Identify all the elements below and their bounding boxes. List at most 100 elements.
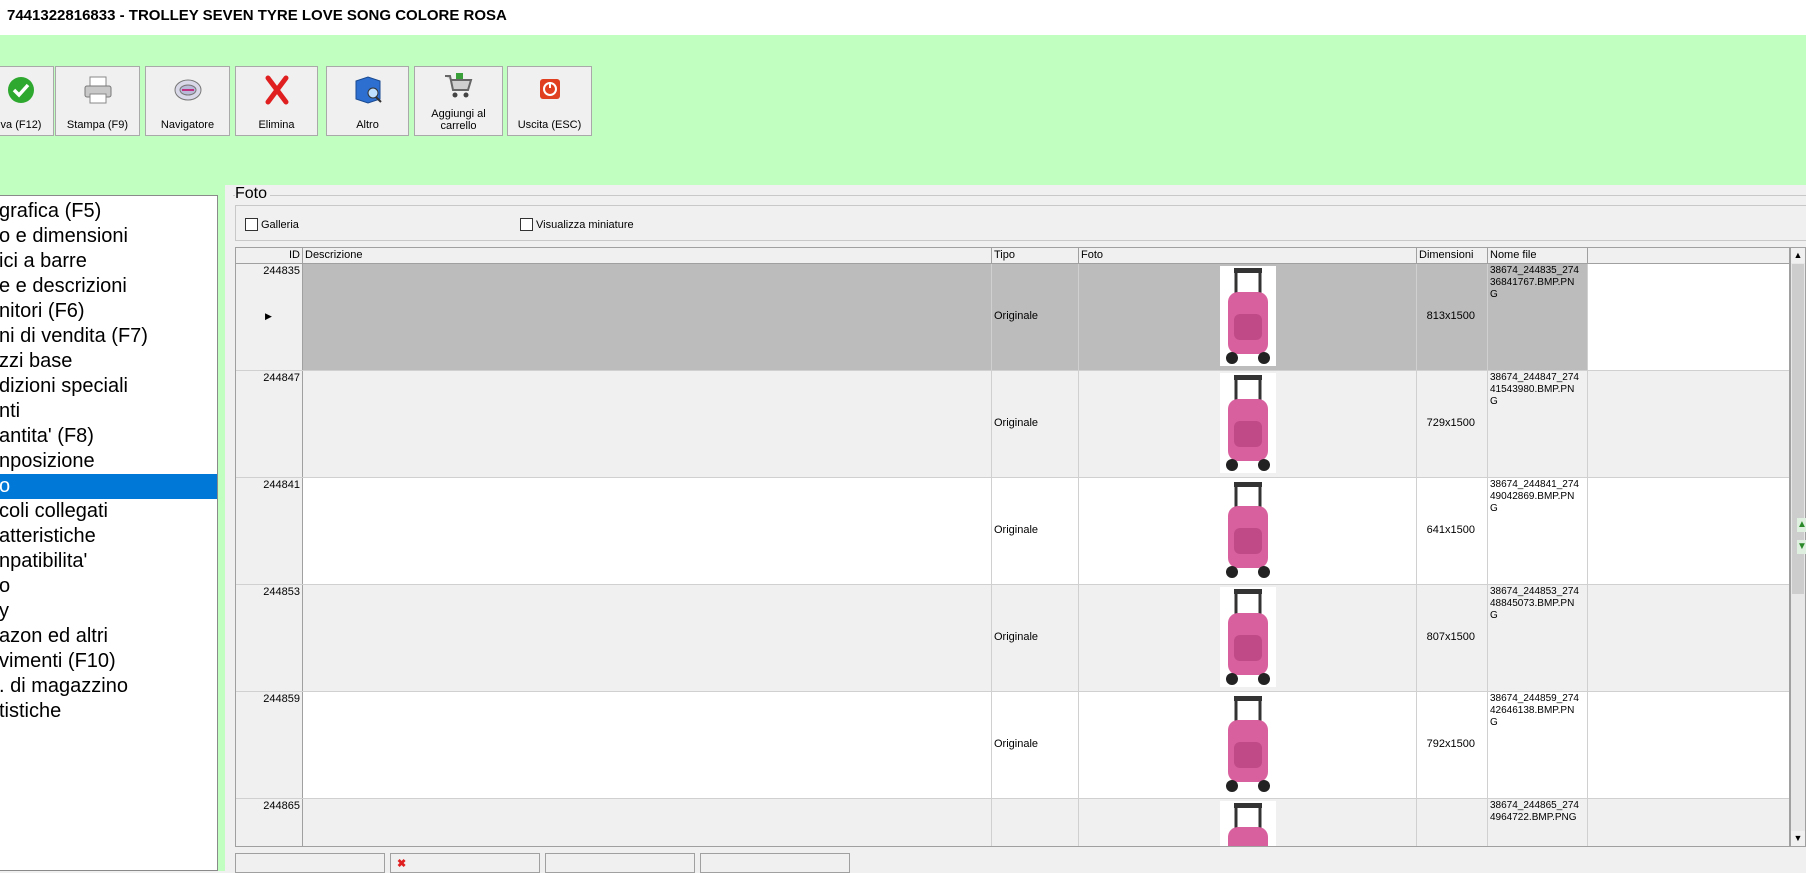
descrizione-cell[interactable] <box>303 692 992 798</box>
power-icon <box>539 79 560 99</box>
nav-item-16[interactable]: o <box>0 574 217 599</box>
dimensioni-cell[interactable]: 813x1500 <box>1417 264 1488 370</box>
grid-header: ID Descrizione Tipo Foto Dimensioni Nome… <box>236 248 1789 264</box>
bottom-button-4[interactable] <box>700 853 850 873</box>
foto-cell[interactable] <box>1079 799 1417 846</box>
descrizione-cell[interactable] <box>303 371 992 477</box>
table-row[interactable]: 244859 Originale 792x1500 38674_244859_2744… <box>236 692 1789 799</box>
nav-item-anagrafica[interactable]: grafica (F5) <box>0 199 217 224</box>
descrizione-cell[interactable] <box>303 264 992 370</box>
nav-item-lingue-descrizioni[interactable]: e e descrizioni <box>0 274 217 299</box>
foto-cell[interactable] <box>1079 478 1417 584</box>
foto-grid: ID Descrizione Tipo Foto Dimensioni Nome… <box>235 247 1790 847</box>
descrizione-cell[interactable] <box>303 478 992 584</box>
nav-item-sconti[interactable]: nti <box>0 399 217 424</box>
tipo-value: Originale <box>994 524 1039 536</box>
nav-item-mov-magazzino[interactable]: . di magazzino <box>0 674 217 699</box>
delete-x-icon: ✖ <box>397 858 407 870</box>
tipo-cell[interactable] <box>992 799 1079 846</box>
tipo-cell[interactable]: Originale <box>992 371 1079 477</box>
nome-file-cell[interactable]: 38674_244841_27449042869.BMP.PNG <box>1488 478 1588 584</box>
nav-item-foto[interactable]: o <box>0 474 217 499</box>
nav-item-articoli-collegati[interactable]: coli collegati <box>0 499 217 524</box>
nav-item-composizione[interactable]: nposizione <box>0 449 217 474</box>
nome-file-cell[interactable]: 38674_244835_27436841767.BMP.PNG <box>1488 264 1588 370</box>
column-header-dimensioni[interactable]: Dimensioni <box>1417 248 1488 263</box>
descrizione-cell[interactable] <box>303 585 992 691</box>
nav-item-peso-dimensioni[interactable]: o e dimensioni <box>0 224 217 249</box>
nome-file-cell[interactable]: 38674_244847_27441543980.BMP.PNG <box>1488 371 1588 477</box>
scroll-up-icon[interactable]: ▲ <box>1791 248 1805 263</box>
dimensioni-cell[interactable]: 729x1500 <box>1417 371 1488 477</box>
miniature-checkbox[interactable]: Visualizza miniature <box>520 218 634 231</box>
galleria-checkbox[interactable]: Galleria <box>245 218 299 231</box>
row-header-cell[interactable]: 244841 <box>236 478 303 584</box>
table-row[interactable]: 244835 ▶ Originale 813x1500 38674_244835_274… <box>236 264 1789 371</box>
navigator-button[interactable]: Navigatore <box>145 66 230 136</box>
dimensioni-value: 729x1500 <box>1426 417 1475 429</box>
foto-cell[interactable] <box>1079 264 1417 370</box>
bottom-button-bar: ✖ <box>235 853 1806 873</box>
table-row[interactable]: 244865 38674_244865_2744964722.BMP.PNG <box>236 799 1789 846</box>
more-button[interactable]: Altro <box>326 66 409 136</box>
row-header-cell[interactable]: 244865 <box>236 799 303 846</box>
nav-item-statistiche[interactable]: tistiche <box>0 699 217 724</box>
nav-item-fornitori[interactable]: nitori (F6) <box>0 299 217 324</box>
bottom-button-1[interactable] <box>235 853 385 873</box>
table-row[interactable]: 244853 Originale 807x1500 38674_244853_2744… <box>236 585 1789 692</box>
nav-item-quantita[interactable]: antita' (F8) <box>0 424 217 449</box>
print-button[interactable]: Stampa (F9) <box>55 66 140 136</box>
nav-item-17[interactable]: y <box>0 599 217 624</box>
column-header-id[interactable]: ID <box>236 248 303 263</box>
trolley-photo <box>1219 266 1276 366</box>
column-header-foto[interactable]: Foto <box>1079 248 1417 263</box>
dimensioni-cell[interactable] <box>1417 799 1488 846</box>
table-row[interactable]: 244841 Originale 641x1500 38674_244841_2744… <box>236 478 1789 585</box>
bottom-button-3[interactable] <box>545 853 695 873</box>
row-header-cell[interactable]: 244859 <box>236 692 303 798</box>
scroll-down-icon[interactable]: ▼ <box>1791 831 1805 846</box>
table-row[interactable]: 244847 Originale 729x1500 38674_244847_2744… <box>236 371 1789 478</box>
delete-button[interactable]: Elimina <box>235 66 318 136</box>
nav-item-amazon[interactable]: azon ed altri <box>0 624 217 649</box>
group-title: Foto <box>235 185 271 203</box>
row-header-cell[interactable]: 244853 <box>236 585 303 691</box>
nome-file-cell[interactable]: 38674_244859_27442646138.BMP.PNG <box>1488 692 1588 798</box>
nav-item-prezzi-base[interactable]: zzi base <box>0 349 217 374</box>
exit-button[interactable]: Uscita (ESC) <box>507 66 592 136</box>
foto-cell[interactable] <box>1079 371 1417 477</box>
dimensioni-cell[interactable]: 641x1500 <box>1417 478 1488 584</box>
tipo-cell[interactable]: Originale <box>992 264 1079 370</box>
nav-item-codici-barre[interactable]: ici a barre <box>0 249 217 274</box>
foto-cell[interactable] <box>1079 692 1417 798</box>
column-header-tipo[interactable]: Tipo <box>992 248 1079 263</box>
dimensioni-value: 792x1500 <box>1426 738 1475 750</box>
row-header-cell[interactable]: 244847 <box>236 371 303 477</box>
tipo-cell[interactable]: Originale <box>992 692 1079 798</box>
miniature-label: Visualizza miniature <box>536 218 634 231</box>
bottom-button-delete[interactable]: ✖ <box>390 853 540 873</box>
move-down-icon[interactable]: ▼ <box>1797 540 1806 554</box>
column-header-descrizione[interactable]: Descrizione <box>303 248 992 263</box>
checkbox-box[interactable] <box>245 218 258 231</box>
nome-file-cell[interactable]: 38674_244853_27448845073.BMP.PNG <box>1488 585 1588 691</box>
nav-item-condizioni-vendita[interactable]: ni di vendita (F7) <box>0 324 217 349</box>
tipo-cell[interactable]: Originale <box>992 585 1079 691</box>
move-up-icon[interactable]: ▲ <box>1797 518 1806 532</box>
row-header-cell[interactable]: 244835 ▶ <box>236 264 303 370</box>
nav-item-condizioni-speciali[interactable]: dizioni speciali <box>0 374 217 399</box>
book-search-icon <box>355 76 382 104</box>
checkbox-box[interactable] <box>520 218 533 231</box>
add-to-cart-button[interactable]: Aggiungi al carrello <box>414 66 503 136</box>
nav-item-movimenti[interactable]: vimenti (F10) <box>0 649 217 674</box>
dimensioni-cell[interactable]: 792x1500 <box>1417 692 1488 798</box>
nome-file-cell[interactable]: 38674_244865_2744964722.BMP.PNG <box>1488 799 1588 846</box>
nav-item-caratteristiche[interactable]: atteristiche <box>0 524 217 549</box>
column-header-nome-file[interactable]: Nome file <box>1488 248 1588 263</box>
tipo-cell[interactable]: Originale <box>992 478 1079 584</box>
descrizione-cell[interactable] <box>303 799 992 846</box>
foto-cell[interactable] <box>1079 585 1417 691</box>
nav-item-compatibilita[interactable]: npatibilita' <box>0 549 217 574</box>
save-button[interactable]: va (F12) <box>0 66 54 136</box>
dimensioni-cell[interactable]: 807x1500 <box>1417 585 1488 691</box>
